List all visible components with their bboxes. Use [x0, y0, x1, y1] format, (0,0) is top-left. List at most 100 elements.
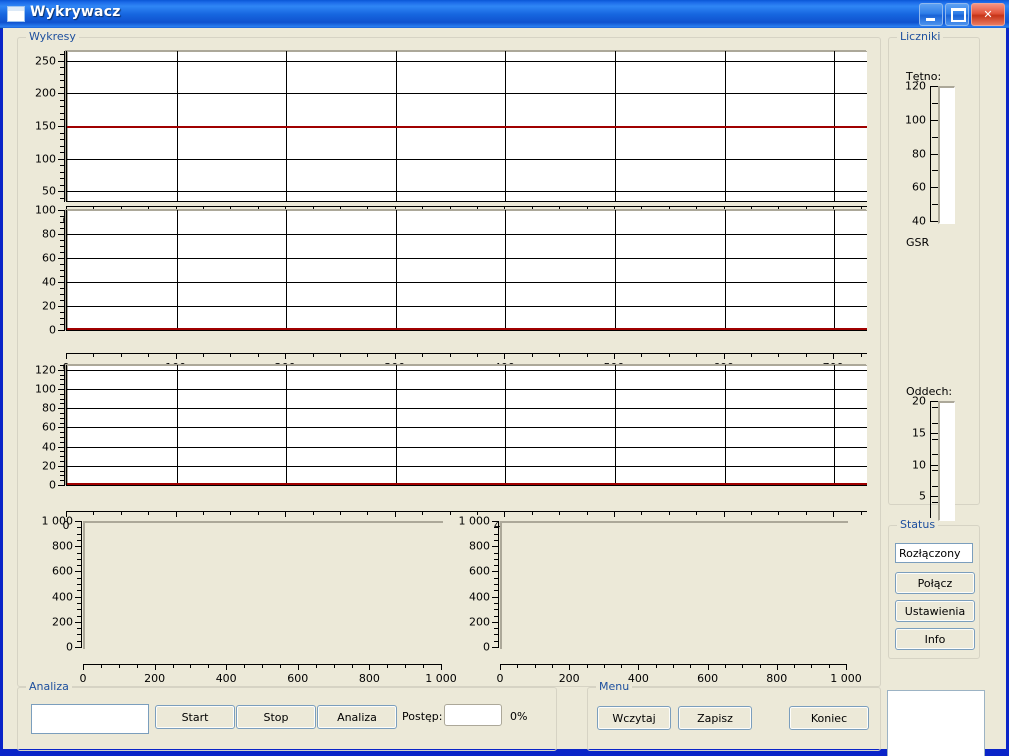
analysis-chart-left-xtick-minor — [351, 664, 353, 668]
gsr-chart-xtick-minor — [641, 353, 643, 357]
oddech-chart-y-axis — [64, 365, 65, 486]
pulse-gauge-tick — [930, 119, 938, 121]
analysis-chart-right-ylabel: 0 — [483, 640, 490, 654]
analysis-chart-right-xtick-minor — [673, 664, 674, 668]
oddech-chart-gridline-v — [614, 365, 616, 485]
tetno-chart-gridline-h — [67, 93, 867, 95]
analysis-group-title: Analiza — [26, 680, 72, 693]
breath-gauge-tick-minor — [932, 470, 938, 472]
gsr-chart-xtick-minor — [531, 353, 533, 357]
gsr-chart-gridline-v — [395, 210, 397, 330]
oddech-chart-xtick-minor — [805, 511, 807, 515]
breath-gauge-tick-label: 15 — [912, 426, 926, 440]
load-button[interactable]: Wczytaj — [597, 706, 671, 730]
gsr-chart — [66, 210, 867, 331]
breath-gauge-tick-minor — [932, 438, 938, 440]
gsr-chart-gridline-v — [505, 210, 507, 330]
breath-gauge-tick-minor — [932, 486, 938, 488]
oddech-chart-xtick-minor — [202, 511, 204, 515]
pulse-gauge-tick-label: 100 — [905, 113, 926, 127]
pulse-gauge-tick — [930, 187, 938, 189]
settings-button[interactable]: Ustawienia — [895, 600, 975, 622]
analysis-chart-left-ylabel: 200 — [52, 615, 73, 629]
analysis-chart-left-xtick-minor — [279, 664, 281, 668]
analysis-chart-left-ylabel: 800 — [52, 539, 73, 553]
oddech-chart-gridline-h — [67, 427, 867, 429]
gsr-chart-gridline-v — [286, 210, 288, 330]
gsr-chart-y-axis — [64, 210, 65, 331]
status-value-field[interactable]: Rozłączony — [895, 543, 973, 563]
breath-gauge-tick — [930, 464, 938, 466]
analysis-chart-left-xtick-minor — [172, 664, 174, 668]
oddech-chart-xtick — [285, 511, 287, 517]
analysis-chart-left-xtick-minor — [387, 664, 389, 668]
gsr-chart-series-gsr — [67, 328, 867, 330]
analysis-chart-right-ylabel: 1 000 — [458, 514, 491, 528]
analysis-chart-left-xtick-minor — [244, 664, 246, 668]
tetno-chart-ylabel: 200 — [35, 86, 56, 100]
close-button[interactable]: ✕ — [971, 3, 1005, 26]
pulse-gauge-tick — [930, 86, 938, 87]
gsr-chart-ylabel: 20 — [42, 299, 56, 313]
analysis-chart-left-xtick-minor — [405, 664, 407, 668]
oddech-chart-xtick-minor — [559, 511, 561, 515]
charts-group-label: Wykresy — [26, 30, 79, 43]
oddech-chart-gridline-v — [724, 365, 726, 485]
oddech-chart-xtick-minor — [778, 511, 780, 515]
oddech-chart-xtick-minor — [641, 511, 643, 515]
analysis-chart-left-xlabel: 200 — [144, 672, 166, 685]
tetno-chart-gridline-h — [67, 191, 867, 193]
start-button[interactable]: Start — [155, 705, 235, 729]
analysis-chart-right-xtick — [776, 664, 778, 670]
gsr-chart-xtick-minor — [778, 353, 780, 357]
connect-button[interactable]: Połącz — [895, 572, 975, 594]
oddech-chart-plot-area — [66, 365, 867, 486]
oddech-chart-xtick-minor — [230, 511, 232, 515]
breath-gauge-tick-minor — [932, 406, 938, 408]
info-button[interactable]: Info — [895, 628, 975, 650]
analysis-chart-right-xtick — [707, 664, 709, 670]
analysis-chart-right-xtick-minor — [621, 664, 623, 668]
analysis-chart-left-xlabel: 1 000 — [425, 672, 457, 685]
oddech-chart-gridline-v — [176, 365, 178, 485]
log-textbox[interactable] — [887, 690, 985, 756]
pulse-gauge-track — [938, 86, 955, 224]
gsr-chart-xtick-minor — [339, 353, 341, 357]
tetno-chart-ylabel: 250 — [35, 54, 56, 68]
maximize-button[interactable] — [945, 3, 969, 26]
analysis-input[interactable] — [31, 704, 149, 734]
oddech-chart-gridline-v — [505, 365, 507, 485]
analysis-chart-left-xtick — [226, 664, 228, 670]
analysis-chart-right-xlabel: 800 — [766, 672, 788, 685]
gsr-chart-xtick-minor — [476, 353, 478, 357]
analyze-button-label: Analiza — [337, 710, 377, 724]
oddech-chart-xtick-minor — [422, 511, 424, 515]
client-area: Wykresy 25020015010050010020030040050060… — [3, 28, 1006, 756]
analyze-button[interactable]: Analiza — [317, 705, 397, 729]
analysis-chart-left-ylabel: 0 — [66, 640, 73, 654]
oddech-chart-xtick — [504, 511, 506, 517]
analysis-chart-right-xtick — [846, 664, 847, 670]
minimize-button[interactable] — [919, 3, 943, 26]
gsr-chart-gridline-v — [614, 210, 616, 330]
analysis-chart-right-plot-area — [500, 521, 848, 649]
maximize-icon — [951, 8, 966, 22]
save-button-label: Zapisz — [697, 711, 733, 725]
oddech-chart-xtick-minor — [668, 511, 670, 515]
exit-button[interactable]: Koniec — [789, 706, 869, 730]
stop-button[interactable]: Stop — [236, 705, 316, 729]
load-button-label: Wczytaj — [612, 711, 656, 725]
oddech-chart-xtick — [394, 511, 396, 517]
analysis-chart-right-xtick-minor — [690, 664, 692, 668]
analysis-chart-right-xtick-minor — [811, 664, 813, 668]
save-button[interactable]: Zapisz — [678, 706, 752, 730]
analysis-chart-right-xtick-minor — [517, 664, 519, 668]
analysis-chart-right-ylabel: 400 — [469, 590, 490, 604]
oddech-chart-gridline-h — [67, 465, 867, 467]
analysis-chart-left-xlabel: 0 — [79, 672, 87, 685]
analysis-chart-left-ylabel: 1 000 — [41, 514, 74, 528]
breath-gauge-tick-label: 5 — [919, 489, 926, 503]
pulse-gauge-tick-label: 60 — [912, 180, 926, 194]
status-group-label: Status — [897, 518, 939, 531]
analysis-chart-right-xtick-minor — [759, 664, 761, 668]
